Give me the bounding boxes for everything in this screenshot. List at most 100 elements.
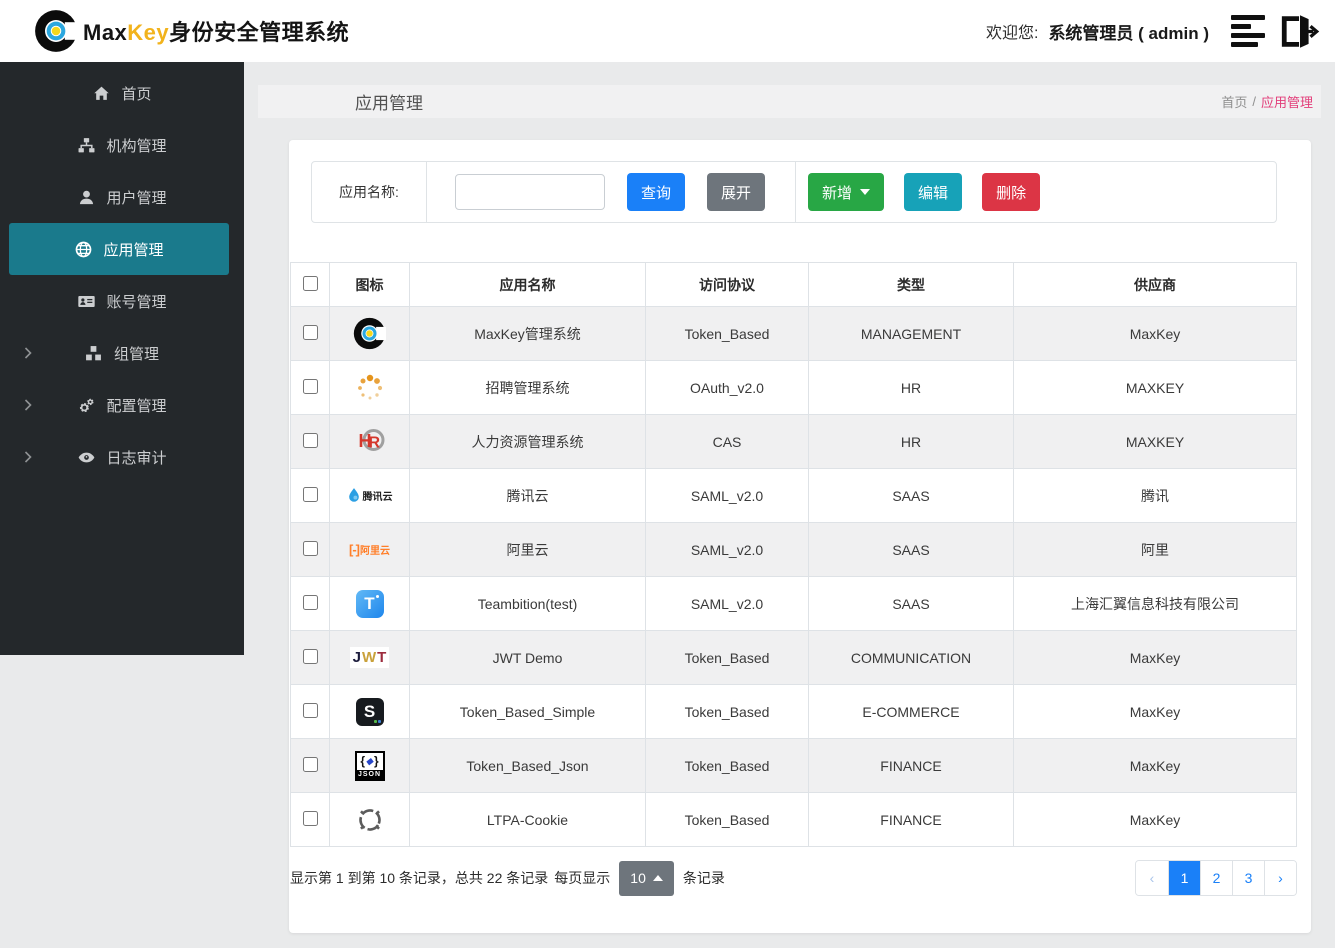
app-name-cell: LTPA-Cookie bbox=[409, 792, 646, 847]
breadcrumb: 首页 / 应用管理 bbox=[1221, 92, 1313, 111]
header-checkbox-cell bbox=[290, 262, 330, 307]
app-icon-cell bbox=[329, 306, 410, 361]
sidebar-item-home[interactable]: 首页 bbox=[0, 67, 244, 119]
type-cell: FINANCE bbox=[808, 792, 1014, 847]
session-list-icon[interactable] bbox=[1231, 15, 1265, 47]
app-icon-cell: 腾讯云 bbox=[329, 468, 410, 523]
hr-icon: HR bbox=[354, 424, 386, 460]
pager-page-button-1[interactable]: 1 bbox=[1168, 861, 1200, 895]
breadcrumb-current[interactable]: 应用管理 bbox=[1261, 92, 1313, 111]
brand-title: MaxKey身份安全管理系统 bbox=[83, 15, 349, 47]
table-row[interactable]: J W T JWT Demo Token_Based COMMUNICATION MaxKe… bbox=[290, 630, 1297, 685]
expand-button[interactable]: 展开 bbox=[707, 173, 766, 211]
pager-prev-button[interactable]: ‹ bbox=[1136, 861, 1168, 895]
protocol-cell: Token_Based bbox=[645, 738, 809, 793]
sidebar-item-globe[interactable]: 应用管理 bbox=[9, 223, 229, 275]
chevron-right-icon bbox=[24, 347, 32, 359]
query-button[interactable]: 查询 bbox=[627, 173, 686, 211]
per-page-select[interactable]: 10 bbox=[619, 860, 674, 896]
sidebar-item-gears[interactable]: 配置管理 bbox=[0, 379, 244, 431]
row-checkbox-cell bbox=[290, 360, 330, 415]
page-button-group: ‹ 1 2 3 › bbox=[1135, 860, 1297, 896]
sidebar-item-eye[interactable]: 日志审计 bbox=[0, 431, 244, 483]
sidebar-item-cubes[interactable]: 组管理 bbox=[0, 327, 244, 379]
cubes-icon bbox=[85, 345, 103, 362]
table-row[interactable]: [-] 阿里云 阿里云 SAML_v2.0 SAAS 阿里 bbox=[290, 522, 1297, 577]
sidebar-item-user[interactable]: 用户管理 bbox=[0, 171, 244, 223]
pager-next-button[interactable]: › bbox=[1264, 861, 1296, 895]
json-icon: {◆} JSON bbox=[354, 748, 385, 784]
table-row[interactable]: H R 人力资源管理系统 CAS HR MAXKEY bbox=[290, 414, 1297, 469]
protocol-cell: Token_Based bbox=[645, 684, 809, 739]
sidebar: 首页 机构管理用户管理应用管理 账号管理组管理配置管理 日志审计 bbox=[0, 62, 244, 655]
table-row[interactable]: MaxKey管理系统 Token_Based MANAGEMENT MaxKey bbox=[290, 306, 1297, 361]
row-checkbox[interactable] bbox=[302, 378, 318, 394]
app-icon-cell: S bbox=[329, 684, 410, 739]
row-checkbox[interactable] bbox=[302, 702, 318, 718]
row-checkbox-cell bbox=[290, 738, 330, 793]
table-row[interactable]: 腾讯云 腾讯云 SAML_v2.0 SAAS 腾讯 bbox=[290, 468, 1297, 523]
type-cell: MANAGEMENT bbox=[808, 306, 1014, 361]
row-checkbox[interactable] bbox=[302, 810, 318, 826]
sidebar-item-label: 用户管理 bbox=[106, 189, 167, 207]
col-protocol: 访问协议 bbox=[645, 262, 809, 307]
row-checkbox[interactable] bbox=[302, 540, 318, 556]
row-checkbox-cell bbox=[290, 522, 330, 577]
select-all-checkbox[interactable] bbox=[302, 275, 318, 291]
brand-max: Max bbox=[83, 20, 128, 45]
per-page-suffix: 条记录 bbox=[682, 870, 725, 886]
sidebar-item-sitemap[interactable]: 机构管理 bbox=[0, 119, 244, 171]
pagination-bar: 显示第 1 到第 10 条记录，总共 22 条记录 每页显示 10 条记录 ‹ 1… bbox=[290, 860, 1297, 896]
table-row[interactable]: LTPA-Cookie Token_Based FINANCE MaxKey bbox=[290, 792, 1297, 847]
teambition-icon: T bbox=[355, 586, 384, 622]
row-checkbox[interactable] bbox=[302, 324, 318, 340]
pager-page-button-2[interactable]: 2 bbox=[1200, 861, 1232, 895]
table-row[interactable]: T Teambition(test) SAML_v2.0 SAAS 上海汇翼信息科技有限… bbox=[290, 576, 1297, 631]
app-name-cell: Token_Based_Json bbox=[409, 738, 646, 793]
app-name-cell: 招聘管理系统 bbox=[409, 360, 646, 415]
breadcrumb-separator: / bbox=[1252, 94, 1256, 109]
sidebar-item-label: 组管理 bbox=[113, 345, 159, 363]
breadcrumb-home[interactable]: 首页 bbox=[1221, 92, 1247, 111]
brand: MaxKey身份安全管理系统 bbox=[34, 9, 349, 53]
row-checkbox[interactable] bbox=[302, 486, 318, 502]
sign-out-icon[interactable] bbox=[1279, 14, 1321, 49]
aliyun-icon: [-] 阿里云 bbox=[349, 542, 390, 557]
type-cell: E-COMMERCE bbox=[808, 684, 1014, 739]
top-header: MaxKey身份安全管理系统 欢迎您: 系统管理员 ( admin ) bbox=[0, 0, 1335, 62]
vendor-cell: 阿里 bbox=[1013, 522, 1297, 577]
delete-button[interactable]: 删除 bbox=[982, 173, 1041, 211]
vendor-cell: 腾讯 bbox=[1013, 468, 1297, 523]
vendor-cell: MaxKey bbox=[1013, 738, 1297, 793]
col-vendor: 供应商 bbox=[1013, 262, 1297, 307]
app-name-cell: Teambition(test) bbox=[409, 576, 646, 631]
add-button[interactable]: 新增 bbox=[808, 173, 885, 211]
protocol-cell: OAuth_v2.0 bbox=[645, 360, 809, 415]
vendor-cell: MaxKey bbox=[1013, 630, 1297, 685]
table-row[interactable]: S Token_Based_Simple Token_Based E-COMMERCE… bbox=[290, 684, 1297, 739]
table-row[interactable]: {◆} JSON Token_Based_Json Token_Based FINANC… bbox=[290, 738, 1297, 793]
current-user: 系统管理员 ( admin ) bbox=[1048, 23, 1209, 43]
app-name-cell: 腾讯云 bbox=[409, 468, 646, 523]
row-checkbox[interactable] bbox=[302, 432, 318, 448]
row-checkbox[interactable] bbox=[302, 594, 318, 610]
ltpa-icon bbox=[355, 802, 385, 838]
protocol-cell: Token_Based bbox=[645, 792, 809, 847]
row-checkbox[interactable] bbox=[302, 756, 318, 772]
app-icon-cell: JWT bbox=[329, 630, 410, 685]
sidebar-item-id-card[interactable]: 账号管理 bbox=[0, 275, 244, 327]
vendor-cell: MaxKey bbox=[1013, 684, 1297, 739]
recruit-icon bbox=[355, 370, 385, 406]
edit-button[interactable]: 编辑 bbox=[904, 173, 963, 211]
s-app-icon: S bbox=[355, 694, 384, 730]
toolbar-divider bbox=[795, 162, 797, 222]
protocol-cell: CAS bbox=[645, 414, 809, 469]
edit-button-label: 编辑 bbox=[918, 184, 949, 202]
app-name-input[interactable] bbox=[455, 174, 605, 210]
main-content: 应用管理 首页 / 应用管理 应用名称: 查询 展开 新增 编辑 删除 图标 应… bbox=[244, 62, 1335, 948]
title-bar: 应用管理 首页 / 应用管理 bbox=[258, 85, 1321, 118]
pager-page-button-3[interactable]: 3 bbox=[1232, 861, 1264, 895]
row-checkbox[interactable] bbox=[302, 648, 318, 664]
table-row[interactable]: 招聘管理系统 OAuth_v2.0 HR MAXKEY bbox=[290, 360, 1297, 415]
type-cell: FINANCE bbox=[808, 738, 1014, 793]
